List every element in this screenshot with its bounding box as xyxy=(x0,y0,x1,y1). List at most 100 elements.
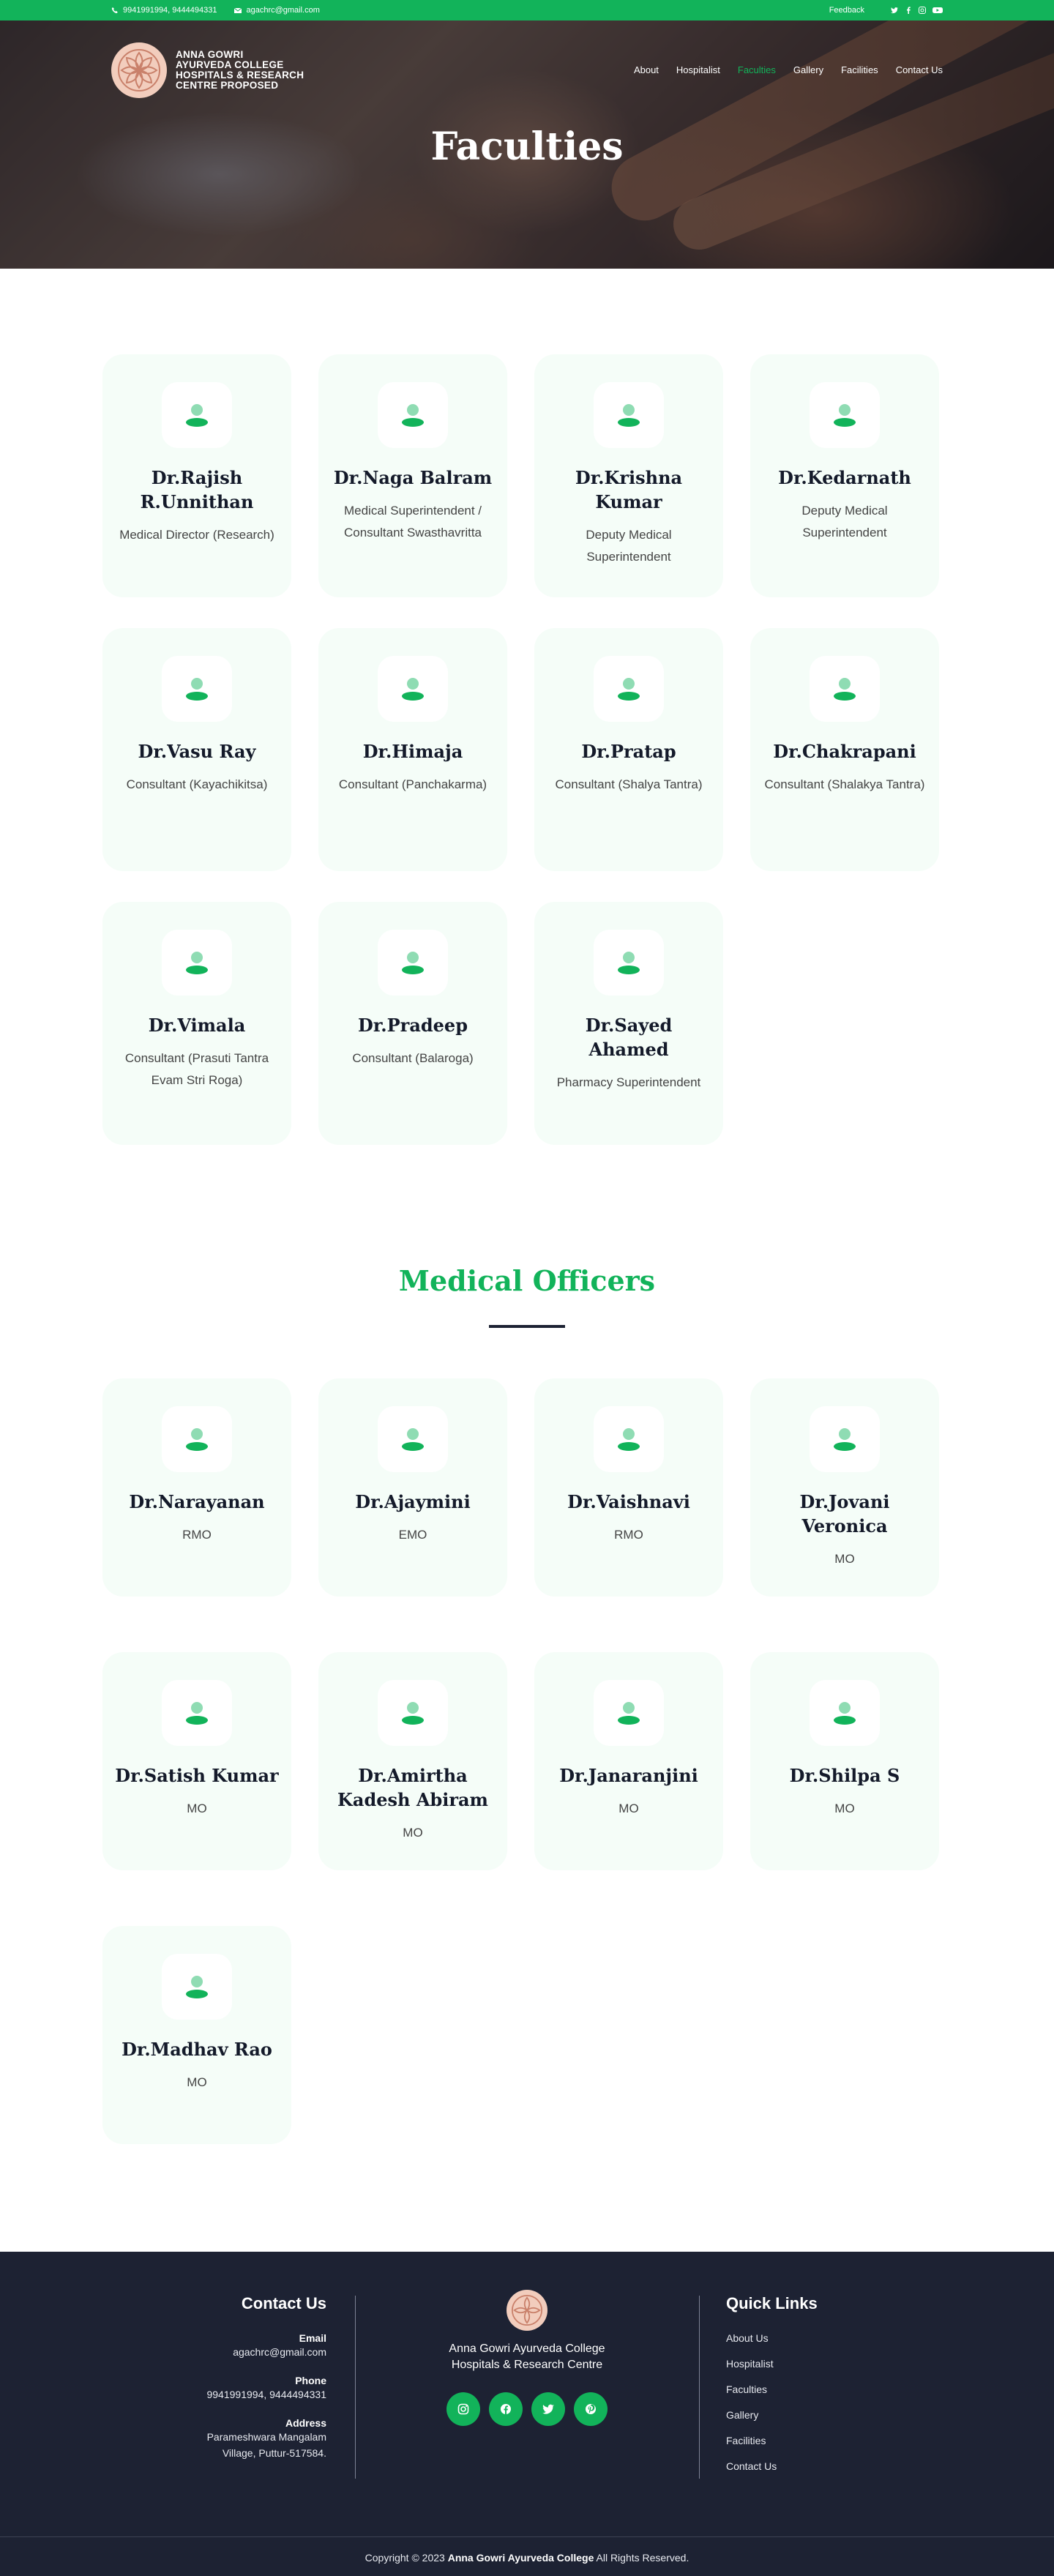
person-name: Dr.Narayanan xyxy=(129,1491,265,1512)
quick-link-facilities[interactable]: Facilities xyxy=(726,2433,818,2448)
person-card: Dr.Shilpa S MO xyxy=(750,1652,939,1870)
person-card: Dr.Jovani Veronica MO xyxy=(750,1378,939,1597)
person-role: Medical Superintendent / Consultant Swas… xyxy=(343,504,482,540)
person-role: Consultant (Shalya Tantra) xyxy=(555,777,703,791)
person-name: Dr.Vimala xyxy=(148,1015,246,1036)
quick-link-contact-us[interactable]: Contact Us xyxy=(726,2459,818,2474)
topbar-phone[interactable]: 9941991994, 9444494331 xyxy=(111,6,217,15)
person-role: Consultant (Balaroga) xyxy=(352,1051,474,1065)
person-name: Dr.Vaishnavi xyxy=(567,1491,690,1512)
person-card: Dr.Himaja Consultant (Panchakarma) xyxy=(318,628,507,871)
user-avatar-icon xyxy=(594,1406,664,1472)
person-card: Dr.Pratap Consultant (Shalya Tantra) xyxy=(534,628,723,871)
copyright-suffix: All Rights Reserved. xyxy=(596,2552,689,2564)
nav-faculties[interactable]: Faculties xyxy=(738,64,776,75)
phone-icon xyxy=(111,7,118,13)
nav-hospitalist[interactable]: Hospitalist xyxy=(676,64,720,75)
nav-gallery[interactable]: Gallery xyxy=(793,64,823,75)
quick-link-gallery[interactable]: Gallery xyxy=(726,2408,818,2422)
person-name: Dr.Shilpa S xyxy=(789,1765,900,1786)
mail-icon xyxy=(234,7,242,13)
user-avatar-icon xyxy=(594,1680,664,1746)
youtube-icon[interactable] xyxy=(932,7,943,14)
user-avatar-icon xyxy=(378,382,448,448)
person-role: RMO xyxy=(182,1528,212,1542)
person-role: Consultant (Kayachikitsa) xyxy=(126,777,268,791)
person-role: Consultant (Prasuti Tantra Evam Stri Rog… xyxy=(124,1051,269,1087)
footer-brand: Anna Gowri Ayurveda College Hospitals & … xyxy=(414,2290,640,2426)
user-avatar-icon xyxy=(378,1406,448,1472)
instagram-icon[interactable] xyxy=(446,2392,480,2426)
person-card: Dr.Amirtha Kadesh Abiram MO xyxy=(318,1652,507,1870)
section-divider xyxy=(489,1325,565,1328)
topbar-phone-text: 9941991994, 9444494331 xyxy=(123,6,217,15)
logo-line: ANNA GOWRI xyxy=(176,49,244,60)
user-avatar-icon xyxy=(162,930,232,996)
facebook-icon[interactable] xyxy=(905,7,912,14)
user-avatar-icon xyxy=(162,1406,232,1472)
person-card: Dr.Vimala Consultant (Prasuti Tantra Evam… xyxy=(102,902,291,1145)
person-role: RMO xyxy=(614,1528,643,1542)
twitter-icon[interactable] xyxy=(891,7,898,14)
user-avatar-icon xyxy=(162,382,232,448)
pinterest-icon[interactable] xyxy=(574,2392,608,2426)
quick-link-hospitalist[interactable]: Hospitalist xyxy=(726,2356,818,2371)
person-card: Dr.Chakrapani Consultant (Shalakya Tantra… xyxy=(750,628,939,871)
person-role: MO xyxy=(618,1802,639,1815)
footer-quick-links: Quick Links About Us Hospitalist Faculti… xyxy=(726,2294,818,2484)
topbar-email-text: agachrc@gmail.com xyxy=(246,6,320,15)
footer-phone[interactable]: 9941991994, 9444494331 xyxy=(107,2386,326,2403)
footer-divider xyxy=(699,2296,700,2479)
top-bar: 9941991994, 9444494331 agachrc@gmail.com… xyxy=(0,0,1054,20)
nav-contact-us[interactable]: Contact Us xyxy=(896,64,943,75)
user-avatar-icon xyxy=(594,930,664,996)
person-card: Dr.Vaishnavi RMO xyxy=(534,1378,723,1597)
logo-line: AYURVEDA COLLEGE xyxy=(176,59,284,70)
person-card: Dr.Krishna Kumar Deputy Medical Superinte… xyxy=(534,354,723,597)
hero-banner: ANNA GOWRI AYURVEDA COLLEGE HOSPITALS & … xyxy=(0,20,1054,269)
main-nav: About Hospitalist Faculties Gallery Faci… xyxy=(634,64,943,75)
person-card: Dr.Narayanan RMO xyxy=(102,1378,291,1597)
twitter-icon[interactable] xyxy=(531,2392,565,2426)
footer-address-label: Address xyxy=(285,2417,326,2429)
footer-address-line: Village, Puttur-517584. xyxy=(222,2447,326,2459)
feedback-link[interactable]: Feedback xyxy=(829,6,864,15)
footer-divider xyxy=(355,2296,356,2479)
footer-email[interactable]: agachrc@gmail.com xyxy=(107,2344,326,2360)
logo-text: ANNA GOWRI AYURVEDA COLLEGE HOSPITALS & … xyxy=(176,50,304,91)
person-name: Dr.Satish Kumar xyxy=(115,1765,279,1786)
nav-about[interactable]: About xyxy=(634,64,659,75)
user-avatar-icon xyxy=(162,1954,232,2020)
person-role: MO xyxy=(187,1802,207,1815)
person-name: Dr.Naga Balram xyxy=(333,467,493,488)
person-name: Dr.Jovani Veronica xyxy=(799,1491,890,1537)
quick-link-about-us[interactable]: About Us xyxy=(726,2331,818,2345)
user-avatar-icon xyxy=(810,382,880,448)
footer-phone-label: Phone xyxy=(295,2375,326,2386)
medical-officers-title: Medical Officers xyxy=(398,1264,656,1297)
user-avatar-icon xyxy=(594,656,664,722)
person-name: Dr.Janaranjini xyxy=(559,1765,698,1786)
lotus-logo-icon[interactable] xyxy=(507,2290,547,2331)
logo-line: HOSPITALS & RESEARCH xyxy=(176,70,304,81)
person-role: Pharmacy Superintendent xyxy=(556,1075,701,1089)
copyright: Copyright © 2023 Anna Gowri Ayurveda Col… xyxy=(0,2552,1054,2564)
person-card: Dr.Naga Balram Medical Superintendent / C… xyxy=(318,354,507,597)
facebook-icon[interactable] xyxy=(489,2392,523,2426)
user-avatar-icon xyxy=(378,656,448,722)
person-role: MO xyxy=(187,2075,207,2089)
copyright-name: Anna Gowri Ayurveda College xyxy=(447,2552,594,2564)
user-avatar-icon xyxy=(378,930,448,996)
person-card: Dr.Pradeep Consultant (Balaroga) xyxy=(318,902,507,1145)
quick-links-title: Quick Links xyxy=(726,2294,818,2312)
instagram-icon[interactable] xyxy=(919,7,926,14)
footer-socials xyxy=(414,2392,640,2426)
topbar-email[interactable]: agachrc@gmail.com xyxy=(234,6,320,15)
user-avatar-icon xyxy=(810,1406,880,1472)
quick-link-faculties[interactable]: Faculties xyxy=(726,2382,818,2397)
person-name: Dr.Sayed Ahamed xyxy=(585,1015,673,1060)
nav-facilities[interactable]: Facilities xyxy=(841,64,878,75)
site-logo[interactable]: ANNA GOWRI AYURVEDA COLLEGE HOSPITALS & … xyxy=(111,42,304,98)
lotus-logo-icon xyxy=(111,42,167,98)
person-card: Dr.Rajish R.Unnithan Medical Director (Re… xyxy=(102,354,291,597)
